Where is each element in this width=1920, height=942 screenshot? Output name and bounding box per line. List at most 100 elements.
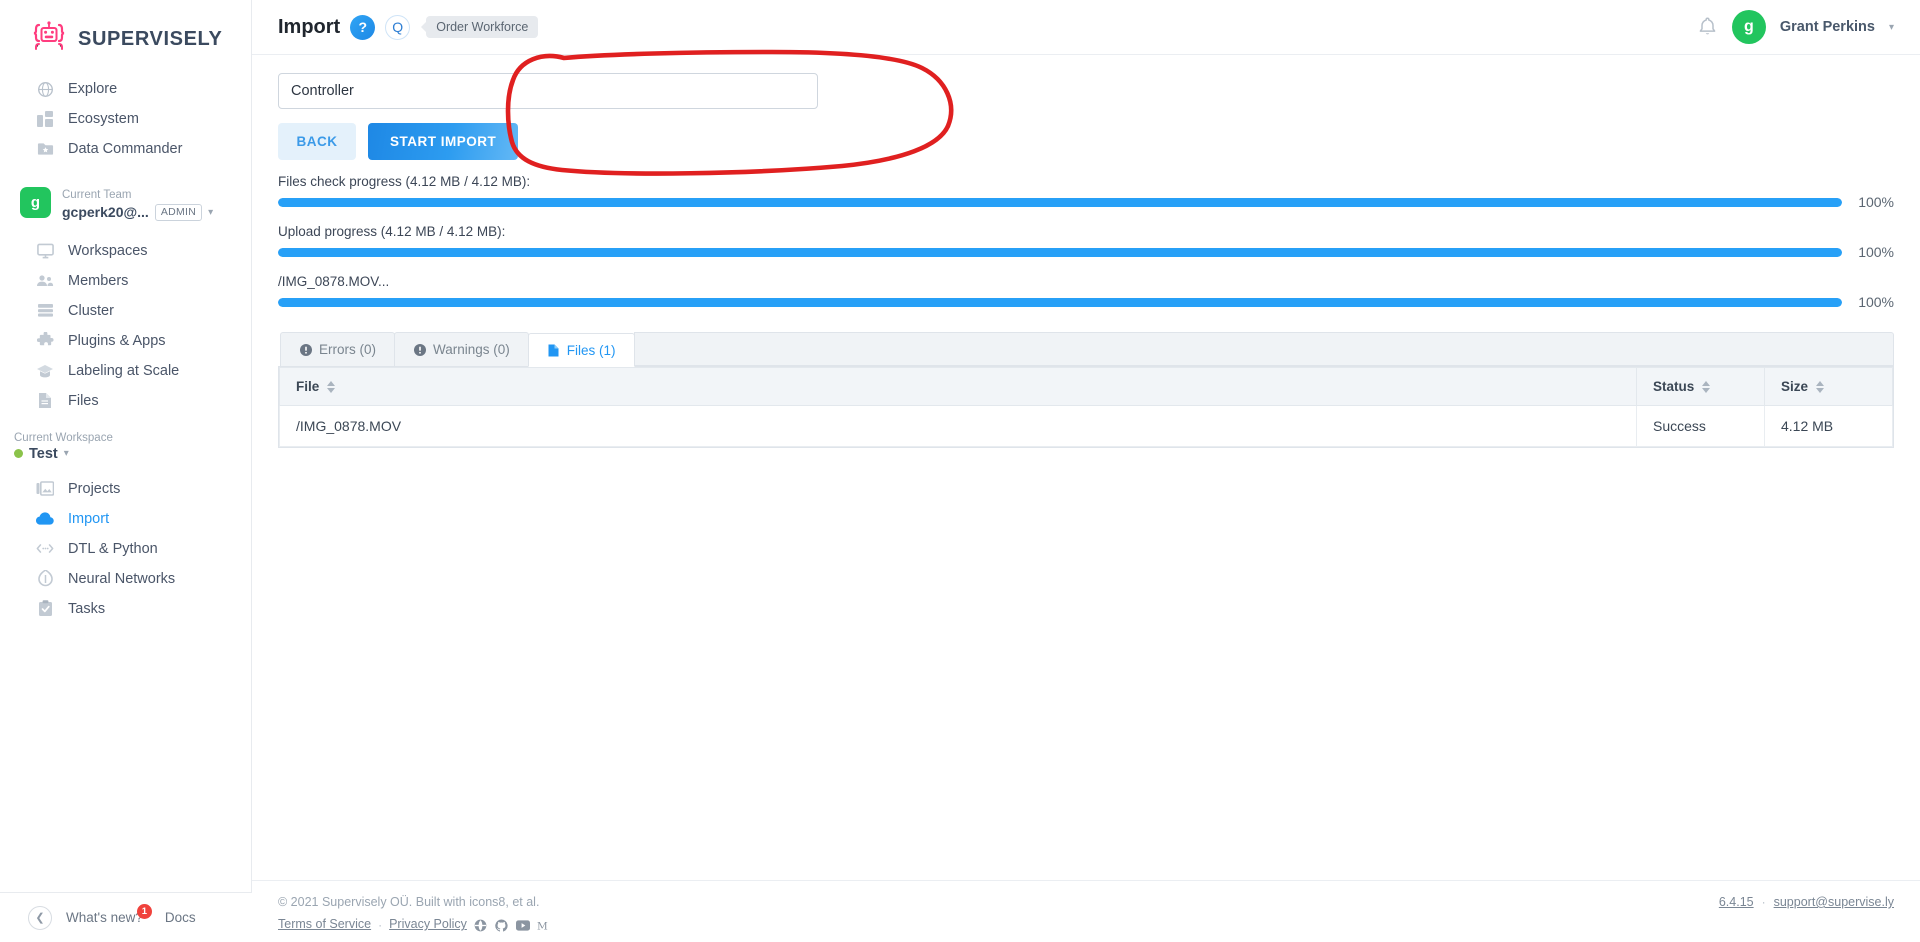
sidebar-item-label: Files xyxy=(68,392,99,409)
sidebar-item-label: Members xyxy=(68,272,129,289)
sidebar-item-label: Plugins & Apps xyxy=(68,332,166,349)
progress-track xyxy=(278,197,1842,207)
sidebar-item-members[interactable]: Members xyxy=(0,266,251,296)
sidebar-footer: ❮ What's new? 1 Docs xyxy=(0,892,252,942)
progress-label: /IMG_0878.MOV... xyxy=(278,274,390,289)
page-footer: © 2021 Supervisely OÜ. Built with icons8… xyxy=(252,880,1920,942)
workspace-switcher[interactable]: Test ▾ xyxy=(0,446,251,462)
chevron-down-icon[interactable]: ▾ xyxy=(1889,22,1894,33)
sidebar-item-explore[interactable]: Explore xyxy=(0,74,251,104)
docs-link[interactable]: Docs xyxy=(165,910,196,925)
chevron-left-icon[interactable]: ❮ xyxy=(28,905,52,930)
start-import-button[interactable]: START IMPORT xyxy=(368,123,519,160)
sidebar-item-labeling-at-scale[interactable]: Labeling at Scale xyxy=(0,356,251,386)
order-workforce-tooltip: Order Workforce xyxy=(421,16,539,38)
column-label: File xyxy=(296,379,320,394)
whats-new-button[interactable]: What's new? 1 xyxy=(66,904,152,925)
grid-blocks-icon xyxy=(36,110,54,128)
sidebar-item-neural-networks[interactable]: Neural Networks xyxy=(0,564,251,594)
chevron-down-icon[interactable]: ▾ xyxy=(64,448,69,459)
main-area: Import ? Q Order Workforce g Grant Perki… xyxy=(252,0,1920,942)
support-email-link[interactable]: support@supervise.ly xyxy=(1774,895,1894,909)
brand-logo[interactable]: SUPERVISELY xyxy=(0,0,251,60)
code-brackets-icon xyxy=(36,540,54,558)
sidebar-item-files[interactable]: Files xyxy=(0,386,251,416)
column-header-status: Status xyxy=(1636,367,1765,406)
whats-new-label: What's new? xyxy=(66,910,143,925)
files-table: File Status Size /IMG_0878.MOV Success 4… xyxy=(279,367,1893,447)
progress-fill xyxy=(278,197,1842,207)
results-card: Errors (0) Warnings (0) Files (1) File S… xyxy=(278,332,1894,448)
tab-files[interactable]: Files (1) xyxy=(527,333,635,367)
sidebar-item-projects[interactable]: Projects xyxy=(0,474,251,504)
file-icon xyxy=(36,392,54,410)
footer-separator: · xyxy=(378,917,383,932)
progress-label: Files check progress (4.12 MB / 4.12 MB)… xyxy=(278,174,531,189)
medium-icon[interactable]: M xyxy=(537,918,551,932)
top-bar: Import ? Q Order Workforce g Grant Perki… xyxy=(252,0,1920,55)
progress-percent: 100% xyxy=(1858,244,1894,260)
tab-label: Warnings (0) xyxy=(433,342,510,357)
sidebar-item-label: Neural Networks xyxy=(68,570,176,587)
sidebar-item-label: Workspaces xyxy=(68,242,148,259)
project-name-input[interactable] xyxy=(278,73,818,109)
chevron-down-icon[interactable]: ▾ xyxy=(208,207,213,220)
monitor-icon xyxy=(36,242,54,260)
tab-warnings[interactable]: Warnings (0) xyxy=(394,332,529,366)
avatar[interactable]: g xyxy=(1731,10,1766,44)
cloud-upload-icon xyxy=(36,510,54,528)
images-icon xyxy=(36,480,54,498)
neural-net-icon xyxy=(36,570,54,588)
sidebar-item-import[interactable]: Import xyxy=(0,504,251,534)
sidebar-item-data-commander[interactable]: Data Commander xyxy=(0,134,251,164)
sidebar-item-label: Explore xyxy=(68,81,118,97)
workspace-name: Test xyxy=(29,445,58,462)
help-icon[interactable]: ? xyxy=(350,14,376,40)
privacy-policy-link[interactable]: Privacy Policy xyxy=(389,915,467,934)
user-name[interactable]: Grant Perkins xyxy=(1780,19,1875,35)
back-button[interactable]: BACK xyxy=(278,123,356,160)
current-team-label: Current Team xyxy=(62,189,132,201)
tabs-filler xyxy=(633,332,1894,366)
sidebar-item-plugins-apps[interactable]: Plugins & Apps xyxy=(0,326,251,356)
cell-status: Success xyxy=(1636,405,1765,447)
column-label: Status xyxy=(1653,379,1695,394)
team-avatar: g xyxy=(20,187,51,219)
sort-status-icon[interactable] xyxy=(1702,380,1711,393)
table-row[interactable]: /IMG_0878.MOV Success 4.12 MB xyxy=(279,405,1893,447)
bell-icon[interactable] xyxy=(1698,17,1718,37)
file-icon xyxy=(547,344,560,357)
page-title: Import xyxy=(278,15,341,38)
sidebar-item-label: Import xyxy=(68,510,110,527)
sidebar-item-workspaces[interactable]: Workspaces xyxy=(0,236,251,266)
svg-text:M: M xyxy=(537,920,548,932)
sidebar-item-tasks[interactable]: Tasks xyxy=(0,594,251,624)
tab-errors[interactable]: Errors (0) xyxy=(280,332,395,366)
sort-size-icon[interactable] xyxy=(1816,380,1825,393)
whats-new-badge: 1 xyxy=(136,904,152,919)
files-check-progress: Files check progress (4.12 MB / 4.12 MB)… xyxy=(278,174,1894,210)
progress-percent: 100% xyxy=(1858,294,1894,310)
sidebar: SUPERVISELY Explore Ecosystem Data Comma… xyxy=(0,0,252,942)
version-link[interactable]: 6.4.15 xyxy=(1719,895,1754,909)
sidebar-item-cluster[interactable]: Cluster xyxy=(0,296,251,326)
github-icon[interactable] xyxy=(495,918,509,932)
sidebar-item-label: Labeling at Scale xyxy=(68,362,180,379)
sidebar-item-dtl-python[interactable]: DTL & Python xyxy=(0,534,251,564)
sort-file-icon[interactable] xyxy=(327,380,336,393)
footer-separator: · xyxy=(1761,895,1766,909)
order-workforce-icon[interactable]: Q xyxy=(385,14,411,40)
progress-fill xyxy=(278,247,1842,257)
sidebar-item-label: Projects xyxy=(68,480,121,497)
current-team-switcher[interactable]: g Current Team gcperk20@... ADMIN ▾ xyxy=(0,172,251,232)
exclamation-circle-icon xyxy=(299,343,312,356)
terms-of-service-link[interactable]: Terms of Service xyxy=(278,915,371,934)
tab-label: Errors (0) xyxy=(319,342,376,357)
website-icon[interactable] xyxy=(474,918,488,932)
table-header-row: File Status Size xyxy=(279,367,1893,406)
sidebar-item-label: DTL & Python xyxy=(68,540,158,557)
column-label: Size xyxy=(1781,379,1809,394)
youtube-icon[interactable] xyxy=(515,918,530,932)
team-name: gcperk20@... xyxy=(62,204,149,220)
sidebar-item-ecosystem[interactable]: Ecosystem xyxy=(0,104,251,134)
